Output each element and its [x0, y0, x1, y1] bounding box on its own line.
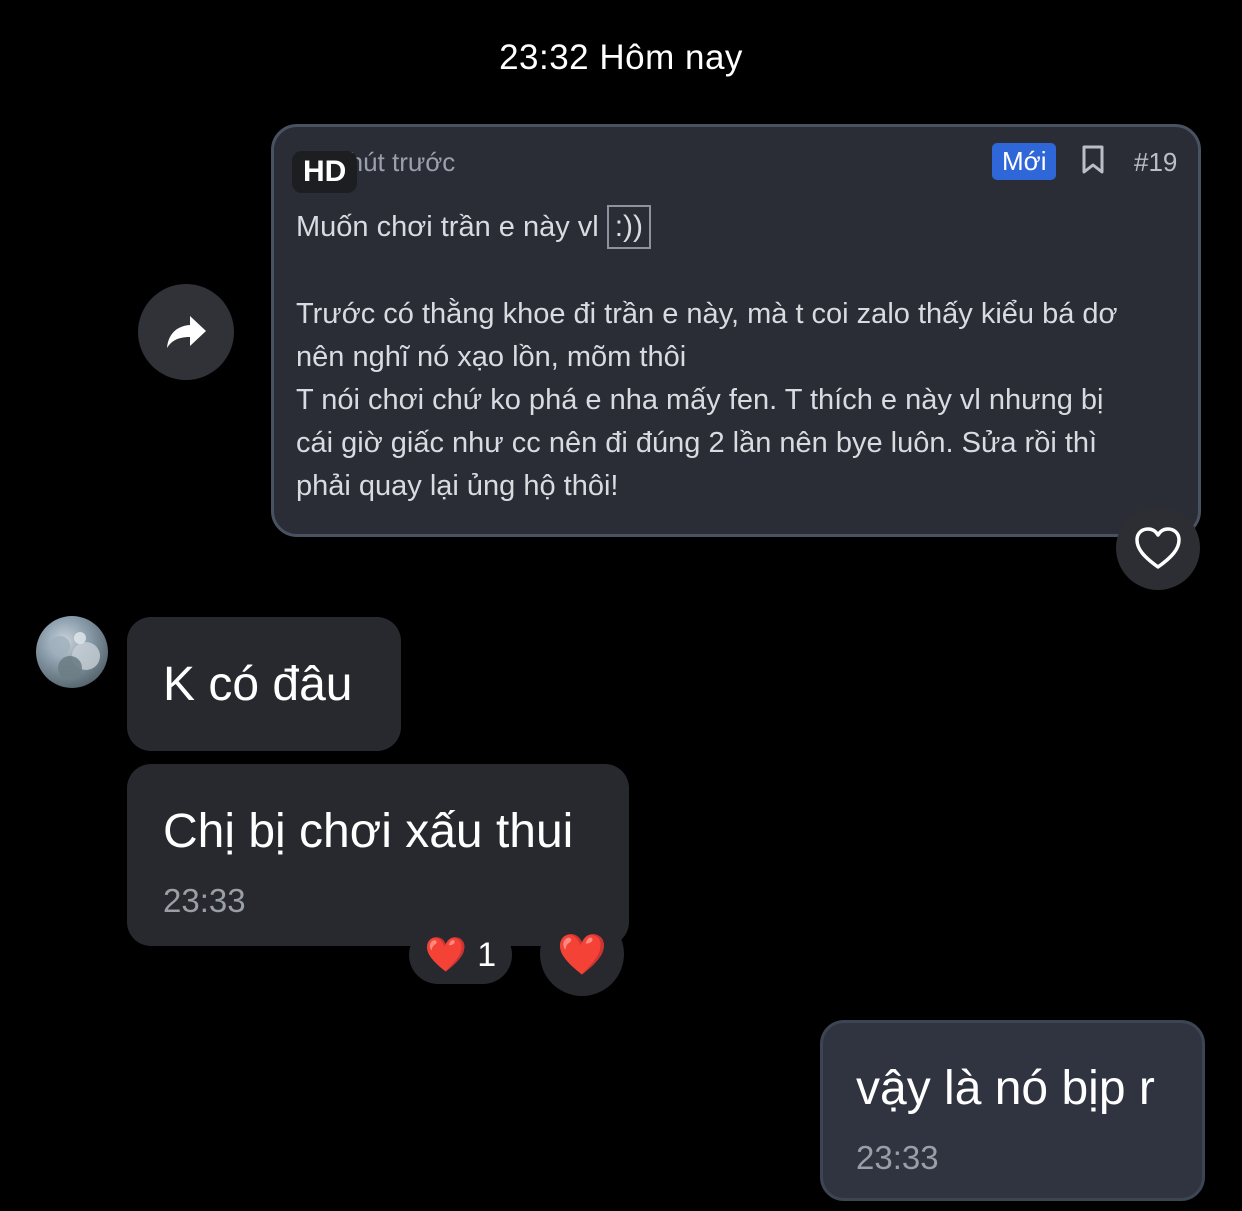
avatar-image	[50, 632, 100, 680]
like-button[interactable]	[1116, 506, 1200, 590]
received-message-bubble[interactable]: Chị bị chơi xấu thui 23:33	[127, 764, 629, 946]
heart-outline-icon	[1135, 527, 1181, 569]
message-time: 23:33	[856, 1139, 939, 1176]
date-separator: 23:32 Hôm nay	[499, 38, 743, 77]
avatar[interactable]	[36, 616, 108, 688]
post-number: #19	[1134, 147, 1178, 177]
post-first-line-text: Muốn chơi trần e này vl	[296, 210, 599, 243]
shared-post-card[interactable]: 32 phút trước HD Mới #19 Muốn chơi trần …	[271, 124, 1201, 537]
post-first-line: Muốn chơi trần e này vl :))	[296, 203, 1186, 251]
post-line: T nói chơi chứ ko phá e nha mấy fen. T t…	[296, 384, 1104, 416]
post-line: nên nghĩ nó xạo lồn, mõm thôi	[296, 341, 687, 373]
reaction-count: 1	[477, 935, 497, 974]
react-button[interactable]: ❤️	[540, 912, 624, 996]
heart-reaction-icon: ❤️	[424, 936, 468, 974]
post-content: Muốn chơi trần e này vl :)) Trước có thằ…	[296, 203, 1186, 508]
post-line: cái giờ giấc như cc nên đi đúng 2 lần nê…	[296, 427, 1098, 459]
sent-message-bubble[interactable]: vậy là nó bịp r 23:33	[820, 1020, 1205, 1201]
bookmark-icon[interactable]	[1080, 145, 1106, 175]
received-message-bubble[interactable]: K có đâu	[127, 617, 401, 751]
hd-badge: HD	[292, 151, 358, 193]
message-time: 23:33	[163, 882, 246, 919]
emoticon: :))	[606, 205, 652, 249]
message-text: Chị bị chơi xấu thui	[163, 805, 574, 858]
heart-icon: ❤️	[557, 932, 607, 977]
post-paragraph: Trước có thằng khoe đi trần e này, mà t …	[296, 293, 1186, 508]
reaction-count-pill[interactable]: ❤️ 1	[409, 926, 512, 984]
post-line: Trước có thằng khoe đi trần e này, mà t …	[296, 298, 1118, 330]
post-line: phải quay lại ủng hộ thôi!	[296, 470, 619, 502]
message-text: vậy là nó bịp r	[856, 1062, 1155, 1115]
new-badge: Mới	[992, 143, 1057, 180]
forward-button[interactable]	[138, 284, 234, 380]
message-text: K có đâu	[163, 658, 353, 711]
forward-arrow-icon	[167, 316, 206, 348]
